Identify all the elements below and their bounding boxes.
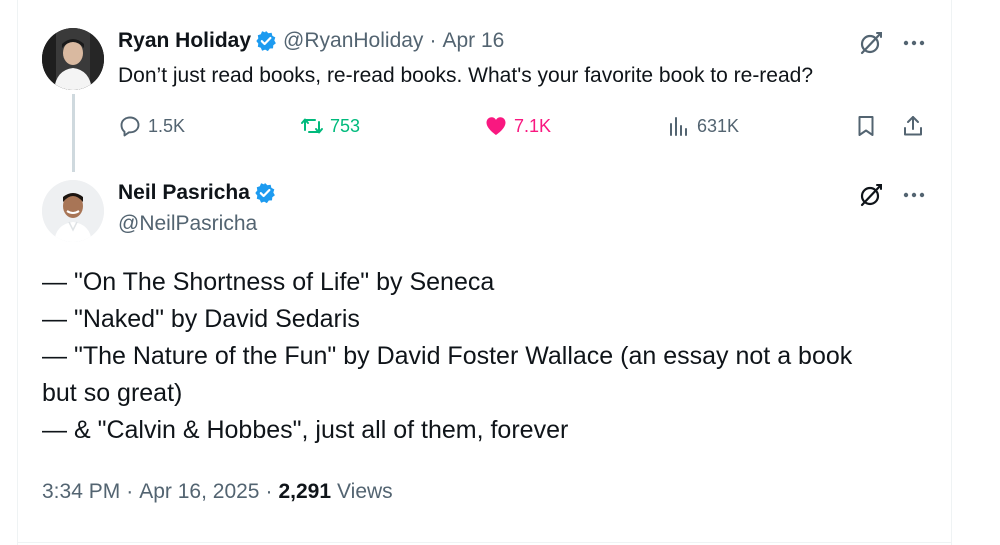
- author-display-name[interactable]: Ryan Holiday: [118, 29, 251, 53]
- timeline-right-border: [951, 0, 952, 545]
- tweet-text-line: — "The Nature of the Fun" by David Foste…: [42, 342, 853, 370]
- tweet-date[interactable]: Apr 16: [442, 29, 504, 53]
- tweet-time[interactable]: 3:34 PM: [42, 480, 120, 504]
- tweet-text-line: — "Naked" by David Sedaris: [42, 305, 360, 333]
- more-options-icon[interactable]: [901, 30, 927, 56]
- more-options-icon[interactable]: [901, 182, 927, 208]
- heart-icon: [486, 117, 506, 135]
- bookmark-button[interactable]: [854, 110, 878, 142]
- like-count: 7.1K: [514, 115, 552, 136]
- parent-tweet-text: Don’t just read books, re-read books. Wh…: [118, 64, 814, 87]
- reply-count: 1.5K: [148, 115, 186, 136]
- retweet-button[interactable]: 753: [300, 110, 360, 142]
- main-tweet-header: Neil Pasricha: [118, 180, 276, 206]
- tweet-meta: 3:34 PM · Apr 16, 2025 · 2,291 Views: [42, 480, 393, 504]
- views-count: 631K: [697, 115, 740, 136]
- grok-icon[interactable]: [858, 182, 884, 208]
- reply-icon: [120, 116, 140, 137]
- thread-connector-line: [72, 94, 75, 172]
- bookmark-icon: [858, 116, 874, 136]
- separator-dot: ·: [265, 480, 273, 503]
- views-label: Views: [337, 480, 393, 503]
- verified-badge-icon: [255, 30, 277, 52]
- share-icon: [904, 116, 922, 136]
- share-button[interactable]: [901, 110, 925, 142]
- tweet-full-date[interactable]: Apr 16, 2025: [139, 480, 259, 504]
- like-button[interactable]: 7.1K: [484, 110, 551, 142]
- avatar-neil-pasricha[interactable]: [42, 180, 104, 242]
- grok-icon[interactable]: [858, 30, 884, 56]
- views-button[interactable]: 631K: [667, 110, 739, 142]
- timeline-bottom-border: [17, 542, 952, 543]
- reply-button[interactable]: 1.5K: [118, 110, 185, 142]
- author-handle[interactable]: @NeilPasricha: [118, 212, 257, 236]
- main-tweet-text: — "On The Shortness of Life" by Seneca —…: [42, 264, 942, 449]
- timeline-left-border: [17, 0, 18, 545]
- author-handle[interactable]: @RyanHoliday: [283, 29, 423, 53]
- tweet-text-line: — "On The Shortness of Life" by Seneca: [42, 268, 495, 296]
- author-display-name[interactable]: Neil Pasricha: [118, 181, 250, 205]
- parent-tweet-header: Ryan Holiday @RyanHoliday · Apr 16: [118, 28, 504, 54]
- separator-dot: ·: [126, 480, 134, 503]
- retweet-count: 753: [330, 115, 361, 136]
- views-count: 2,291: [278, 480, 332, 503]
- verified-badge-icon: [254, 182, 276, 204]
- retweet-icon: [301, 118, 323, 134]
- avatar-ryan-holiday[interactable]: [42, 28, 104, 90]
- tweet-text-line: but so great): [42, 379, 183, 407]
- separator-dot: ·: [429, 29, 437, 52]
- parent-tweet-actions: 1.5K 753 7.1K 631K: [118, 110, 928, 142]
- views-icon: [670, 117, 687, 136]
- tweet-text-line: — & "Calvin & Hobbes", just all of them,…: [42, 416, 569, 444]
